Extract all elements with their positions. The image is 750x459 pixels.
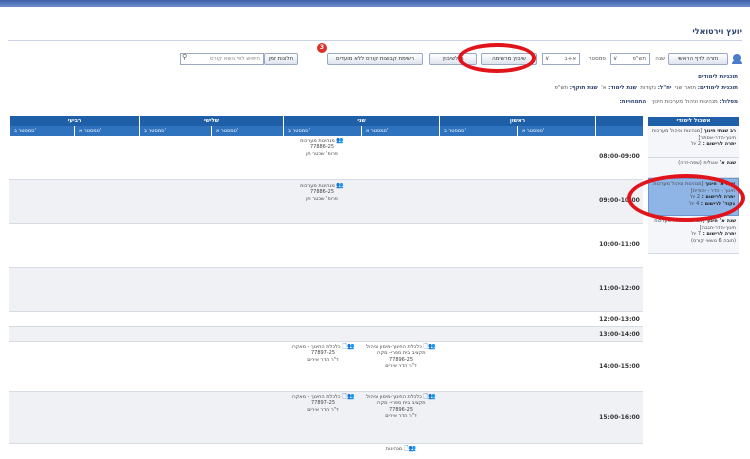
semester-b-header: סמסטר ב' <box>9 126 74 136</box>
course-cell[interactable]: 👥🗋 מנהיגות <box>362 445 440 452</box>
course-groups-button[interactable]: רשימת קבוצות קורס ללא מועדים <box>327 53 423 65</box>
time-row: 10:00-11:00 <box>9 224 643 268</box>
people-icon: 👥 <box>346 393 355 400</box>
people-icon: 👥 <box>336 182 344 189</box>
semester-b-header: סמסטר ב' <box>283 126 361 136</box>
time-row: 12:00-13:00 <box>9 312 643 327</box>
semester-b-header: סמסטר ב' <box>439 126 517 136</box>
schedule-from-list-button[interactable]: שיבוץ מרשימה <box>481 53 537 65</box>
people-icon: 👥 <box>428 343 436 350</box>
divider <box>8 40 742 41</box>
search-icon[interactable]: ⚲ <box>182 53 187 61</box>
time-row: 11:00-12:00 <box>9 268 643 312</box>
course-cell[interactable]: 👥🗋 כלכלת החינוך-מימון וניהול תקציב בית ס… <box>362 393 440 419</box>
plan-info-line: תוכנית לימודים: תואר שני יח"ל: נקודות שנ… <box>554 85 738 91</box>
search-input[interactable]: חיפוש לפי נושא קורס <box>180 53 264 65</box>
notification-badge: 3 <box>317 43 327 53</box>
year-label: שנה <box>655 56 665 62</box>
course-cell[interactable]: 👥 מנהיגות מערכות 77886-25 פרופ' שכטר חן <box>290 137 354 157</box>
day-header-sunday: ראשון <box>439 116 595 126</box>
app-title: יועץ וירטואלי <box>692 27 742 36</box>
time-row: 13:00-14:00 <box>9 327 643 342</box>
semester-a-header: סמסטר א' <box>211 126 283 136</box>
day-header-monday: שני <box>283 116 439 126</box>
manual-schedule-button[interactable]: ם לשיבוץ <box>429 53 477 65</box>
time-windows-button[interactable]: חלונות זמן <box>264 53 298 65</box>
top-bar <box>0 0 750 7</box>
sidebar-item-year-a-selected[interactable]: שנה א' חינוך [מנהיגות וניהול מערכות חינו… <box>648 178 739 216</box>
time-header <box>595 116 643 126</box>
course-cell[interactable]: 👥🗋 כלכלת החינוך-מימון וניהול תקציב בית ס… <box>362 343 440 369</box>
semester-label: סמסטר <box>588 56 606 62</box>
time-subheader <box>595 126 643 136</box>
time-row <box>9 444 643 459</box>
main-page-button[interactable]: חזרה לדף הראשי <box>668 53 728 65</box>
sidebar-item-english[interactable]: שנה א' אנגלית (שפה-זרה) <box>648 158 739 178</box>
chevron-down-icon: ∨ <box>545 55 550 62</box>
people-icon: 👥 <box>336 137 344 144</box>
semester-select[interactable]: א+ב ∨ <box>542 53 580 65</box>
course-cell[interactable]: 👥🗋 כלכלת החינוך - מאקרו 77897-25 ד"ר הדר… <box>285 343 361 363</box>
sidebar-item-year-a[interactable]: שנה א' חינוך [מנהיגות וניהול מערכות חינו… <box>648 216 739 254</box>
day-header-tuesday: שלישי <box>139 116 283 126</box>
day-header-wednesday: רביעי <box>9 116 139 126</box>
people-icon: 👥 <box>408 445 417 452</box>
sidebar-header: אשכול לימודי <box>648 117 739 126</box>
user-icon <box>732 54 742 64</box>
people-icon: 👥 <box>346 343 355 350</box>
track-info-line: מסלול: מנהיגות וניהול מערכות חינוך התמחו… <box>619 99 738 105</box>
semester-a-header: סמסטר א' <box>74 126 139 136</box>
sidebar-item-multiyear[interactable]: רב שנתי חינוך [מנהיגות וניהול מערכות חינ… <box>648 126 739 158</box>
people-icon: 👥 <box>428 393 436 400</box>
course-cell[interactable]: 👥 מנהיגות מערכות 77886-25 פרופ' שכטר חן <box>290 182 354 202</box>
year-select[interactable]: תש"פ ∨ <box>610 53 650 65</box>
course-cell[interactable]: 👥🗋 כלכלת החינוך - מאקרו 77897-25 ד"ר הדר… <box>285 393 361 413</box>
semester-a-header: סמסטר א' <box>361 126 439 136</box>
semester-b-header: סמסטר ב' <box>139 126 211 136</box>
plans-title: תוכניות לימודים <box>698 74 738 80</box>
semester-a-header: סמסטר א' <box>517 126 595 136</box>
chevron-down-icon: ∨ <box>613 55 618 62</box>
